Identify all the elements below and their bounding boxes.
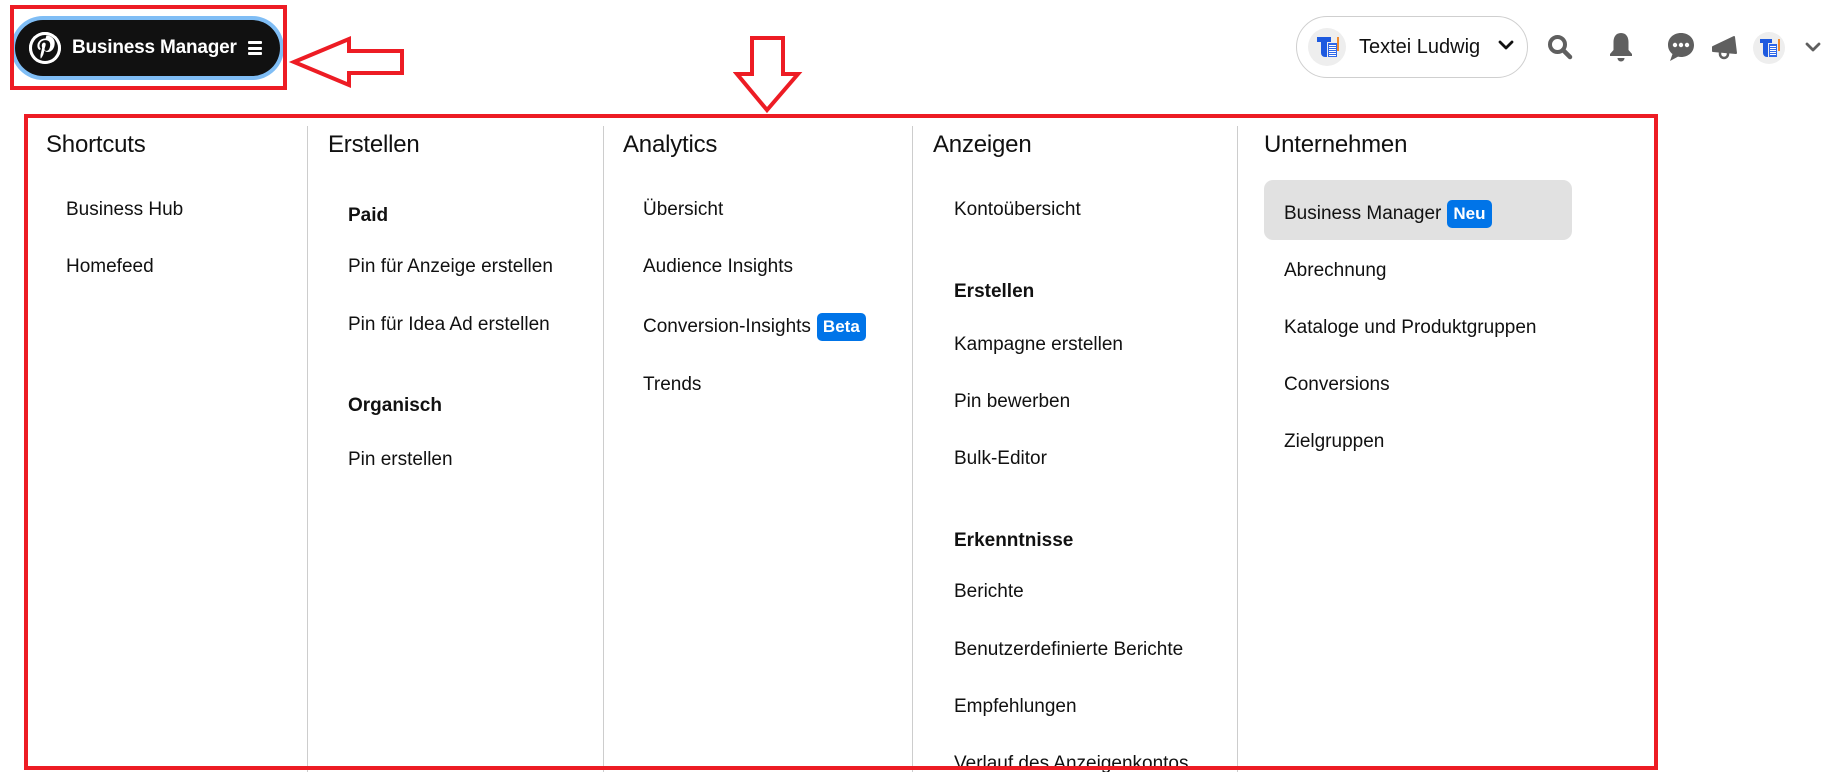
menu-item-pin-bewerben[interactable]: Pin bewerben [954,390,1070,414]
menu-item-trends[interactable]: Trends [643,373,701,397]
search-icon [1548,35,1573,60]
menu-item-kataloge-produktgruppen[interactable]: Kataloge und Produktgruppen [1284,316,1536,340]
menu-item-kampagne-erstellen[interactable]: Kampagne erstellen [954,333,1123,357]
beta-badge: Beta [816,313,866,341]
column-divider [307,126,308,772]
group-heading-paid: Paid [348,205,389,226]
menu-item-business-hub[interactable]: Business Hub [66,198,183,222]
notifications-button[interactable] [1603,29,1639,65]
menu-item-kontouebersicht[interactable]: Kontoübersicht [954,198,1081,222]
menu-item-homefeed[interactable]: Homefeed [66,255,154,279]
menu-item-abrechnung[interactable]: Abrechnung [1284,259,1386,283]
menu-item-bulk-editor[interactable]: Bulk-Editor [954,447,1047,471]
menu-item-audience-insights[interactable]: Audience Insights [643,255,793,279]
menu-item-pin-anzeige-erstellen[interactable]: Pin für Anzeige erstellen [348,255,553,279]
menu-item-business-manager[interactable]: Business Manager Neu [1284,200,1492,228]
account-switcher[interactable]: Textei Ludwig [1296,16,1528,78]
column-divider [1237,126,1238,772]
business-manager-label: Business Manager [72,37,237,58]
column-title-shortcuts: Shortcuts [46,131,146,158]
menu-item-berichte[interactable]: Berichte [954,580,1024,604]
menu-item-empfehlungen[interactable]: Empfehlungen [954,695,1077,719]
avatar [1753,32,1785,64]
pinterest-logo-icon [29,32,61,64]
menu-item-benutzerdefinierte-berichte[interactable]: Benutzerdefinierte Berichte [954,638,1183,662]
megaphone-icon [1712,36,1737,60]
bell-icon [1610,33,1632,62]
messages-button[interactable] [1663,29,1699,65]
chat-icon [1668,33,1694,61]
menu-icon [247,41,262,55]
down-arrow-annotation [733,36,803,114]
left-arrow-annotation [288,35,404,89]
menu-item-conversions[interactable]: Conversions [1284,373,1390,397]
new-badge: Neu [1447,200,1492,228]
column-title-unternehmen: Unternehmen [1264,131,1408,158]
account-avatar [1308,28,1346,66]
column-divider [603,126,604,772]
account-name: Textei Ludwig [1359,35,1481,58]
menu-item-conversion-insights[interactable]: Conversion-Insights Beta [643,313,866,341]
menu-item-label: Conversion-Insights [643,316,811,338]
chevron-down-icon [1498,38,1514,56]
group-heading-erstellen: Erstellen [954,281,1035,302]
menu-item-verlauf-anzeigenkonto[interactable]: Verlauf des Anzeigenkontos [954,752,1189,772]
profile-avatar-button[interactable] [1753,32,1785,64]
chevron-down-icon [1805,42,1821,52]
menu-item-pin-erstellen[interactable]: Pin erstellen [348,448,453,472]
menu-item-pin-idea-ad-erstellen[interactable]: Pin für Idea Ad erstellen [348,313,550,337]
account-menu-button[interactable] [1795,29,1831,65]
group-heading-organisch: Organisch [348,395,442,416]
column-title-anzeigen: Anzeigen [933,131,1032,158]
menu-item-uebersicht[interactable]: Übersicht [643,198,723,222]
group-heading-erkenntnisse: Erkenntnisse [954,530,1074,551]
column-title-erstellen: Erstellen [328,131,420,158]
menu-item-zielgruppen[interactable]: Zielgruppen [1284,430,1384,454]
business-manager-menu-button[interactable]: Business Manager [15,20,280,76]
column-divider [912,126,913,772]
search-button[interactable] [1542,29,1578,65]
column-title-analytics: Analytics [623,131,718,158]
announcements-button[interactable] [1707,29,1743,65]
menu-item-label: Business Manager [1284,203,1442,225]
